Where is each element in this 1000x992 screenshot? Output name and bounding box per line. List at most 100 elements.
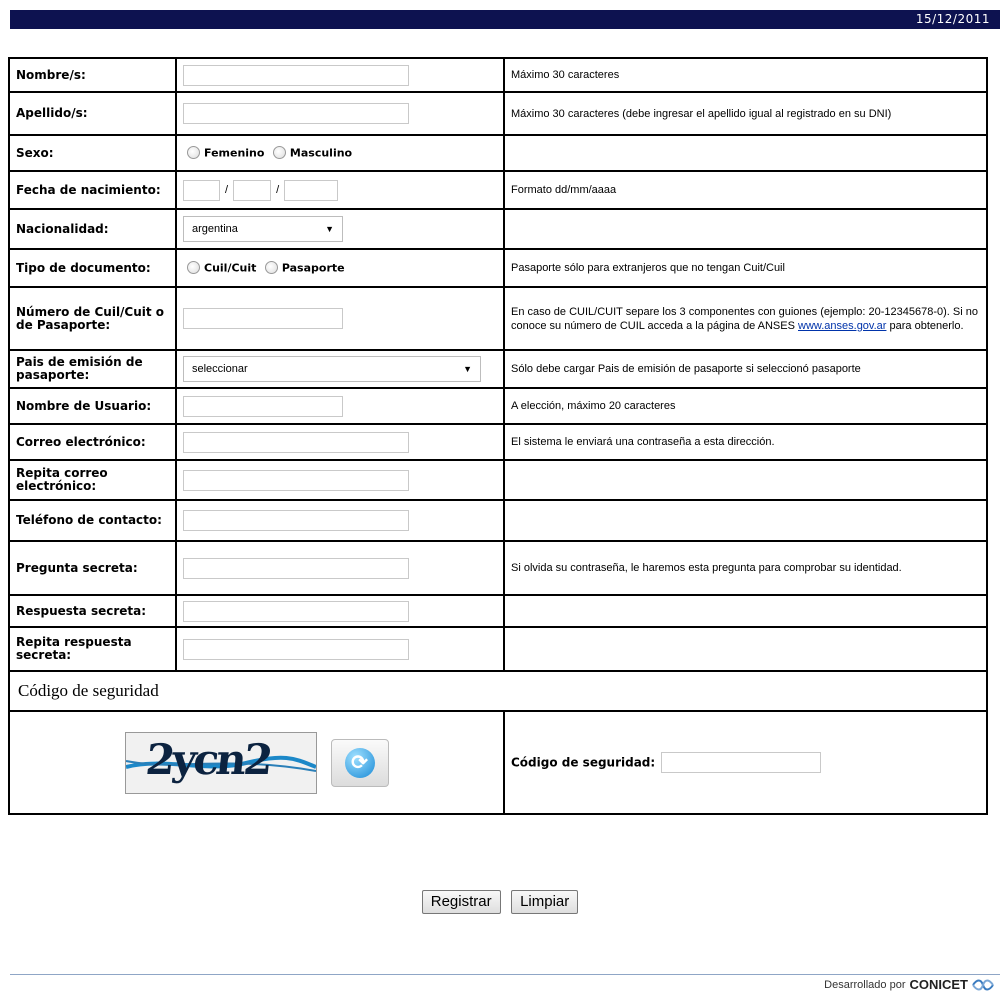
help-fecha: Formato dd/mm/aaaa	[503, 170, 988, 210]
label-usuario: Nombre de Usuario:	[8, 387, 177, 425]
label-repita-respuesta: Repita respuesta secreta:	[8, 626, 177, 672]
footer: Desarrollado por CONICET	[824, 977, 994, 992]
label-tipo-documento: Tipo de documento:	[8, 248, 177, 288]
captcha-image: 2ycn2	[124, 731, 317, 794]
help-respuesta	[503, 594, 988, 628]
label-pais-emision: Pais de emisión de pasaporte:	[8, 349, 177, 389]
captcha-text: 2ycn2	[142, 734, 273, 784]
help-nacionalidad	[503, 208, 988, 250]
nombre-input[interactable]	[183, 64, 409, 86]
limpiar-button[interactable]: Limpiar	[511, 890, 579, 914]
captcha-image-cell: 2ycn2 ⟳	[8, 710, 505, 815]
form-actions: Registrar Limpiar	[0, 890, 1000, 914]
row-telefono: Teléfono de contacto:	[8, 499, 988, 542]
help-tipo-documento: Pasaporte sólo para extranjeros que no t…	[503, 248, 988, 288]
anses-link[interactable]: www.anses.gov.ar	[798, 320, 886, 332]
tipo-documento-radio-group: Cuil/Cuit Pasaporte	[175, 248, 505, 288]
row-sexo: Sexo: Femenino Masculino	[8, 134, 988, 172]
row-pregunta: Pregunta secreta: Si olvida su contraseñ…	[8, 540, 988, 596]
footer-divider	[10, 974, 1000, 975]
captcha-input-cell: Código de seguridad:	[503, 710, 988, 815]
help-numero-documento: En caso de CUIL/CUIT separe los 3 compon…	[503, 286, 988, 351]
label-apellido: Apellido/s:	[8, 91, 177, 136]
correo-input[interactable]	[183, 431, 409, 453]
registration-form: Nombre/s: Máximo 30 caracteres Apellido/…	[8, 57, 988, 815]
registrar-button[interactable]: Registrar	[421, 890, 501, 914]
label-telefono: Teléfono de contacto:	[8, 499, 177, 542]
repita-correo-input[interactable]	[183, 469, 409, 491]
help-sexo	[503, 134, 988, 172]
row-correo: Correo electrónico: El sistema le enviar…	[8, 423, 988, 461]
date-separator: /	[276, 184, 280, 196]
help-apellido: Máximo 30 caracteres (debe ingresar el a…	[503, 91, 988, 136]
pasaporte-label: Pasaporte	[281, 261, 345, 275]
current-date: 15/12/2011	[915, 12, 990, 26]
numero-documento-input[interactable]	[183, 308, 343, 329]
masculino-radio[interactable]	[272, 146, 286, 160]
help-repita-respuesta	[503, 626, 988, 672]
row-captcha: 2ycn2 ⟳ Código de seguridad:	[8, 710, 988, 815]
label-numero-documento: Número de Cuil/Cuit o de Pasaporte:	[8, 286, 177, 351]
help-usuario: A elección, máximo 20 caracteres	[503, 387, 988, 425]
row-usuario: Nombre de Usuario: A elección, máximo 20…	[8, 387, 988, 425]
fecha-anio-input[interactable]	[284, 179, 339, 201]
respuesta-input[interactable]	[183, 600, 409, 622]
captcha-section-title: Código de seguridad	[8, 670, 988, 712]
captcha-input[interactable]	[661, 752, 822, 773]
chevron-down-icon: ▼	[463, 364, 472, 374]
help-correo: El sistema le enviará una contraseña a e…	[503, 423, 988, 461]
fecha-dia-input[interactable]	[183, 179, 220, 201]
label-pregunta: Pregunta secreta:	[8, 540, 177, 596]
row-respuesta: Respuesta secreta:	[8, 594, 988, 628]
label-repita-correo: Repita correo electrónico:	[8, 459, 177, 501]
row-fecha: Fecha de nacimiento: / / Formato dd/mm/aa…	[8, 170, 988, 210]
footer-brand: CONICET	[909, 977, 969, 992]
cuil-radio[interactable]	[187, 261, 200, 275]
usuario-input[interactable]	[183, 395, 343, 417]
fecha-mes-input[interactable]	[233, 179, 272, 201]
label-fecha: Fecha de nacimiento:	[8, 170, 177, 210]
conicet-logo-icon	[972, 979, 994, 990]
repita-respuesta-input[interactable]	[183, 638, 409, 660]
label-nacionalidad: Nacionalidad:	[8, 208, 177, 250]
row-numero-documento: Número de Cuil/Cuit o de Pasaporte: En c…	[8, 286, 988, 351]
nacionalidad-value: argentina	[192, 223, 238, 235]
row-tipo-documento: Tipo de documento: Cuil/Cuit Pasaporte P…	[8, 248, 988, 288]
help-telefono	[503, 499, 988, 542]
chevron-down-icon: ▼	[325, 224, 334, 234]
row-captcha-title: Código de seguridad	[8, 670, 988, 712]
help-pais-emision: Sólo debe cargar Pais de emisión de pasa…	[503, 349, 988, 389]
femenino-label: Femenino	[204, 146, 265, 160]
row-nacionalidad: Nacionalidad: argentina ▼	[8, 208, 988, 250]
row-repita-respuesta: Repita respuesta secreta:	[8, 626, 988, 672]
label-sexo: Sexo:	[8, 134, 177, 172]
refresh-icon: ⟳	[344, 747, 375, 778]
masculino-label: Masculino	[289, 146, 353, 160]
help-pregunta: Si olvida su contraseña, le haremos esta…	[503, 540, 988, 596]
telefono-input[interactable]	[183, 510, 409, 531]
nacionalidad-select[interactable]: argentina ▼	[183, 216, 343, 242]
apellido-input[interactable]	[183, 103, 409, 124]
label-nombre: Nombre/s:	[8, 57, 177, 93]
row-apellido: Apellido/s: Máximo 30 caracteres (debe i…	[8, 91, 988, 136]
femenino-radio[interactable]	[187, 146, 200, 160]
label-respuesta: Respuesta secreta:	[8, 594, 177, 628]
row-pais-emision: Pais de emisión de pasaporte: selecciona…	[8, 349, 988, 389]
sexo-radio-group: Femenino Masculino	[175, 134, 505, 172]
help-text: para obtenerlo.	[886, 319, 964, 332]
captcha-refresh-button[interactable]: ⟳	[330, 738, 389, 787]
row-nombre: Nombre/s: Máximo 30 caracteres	[8, 57, 988, 93]
pais-emision-value: seleccionar	[192, 363, 248, 375]
captcha-field-label: Código de seguridad:	[511, 755, 656, 770]
footer-prefix: Desarrollado por	[824, 978, 906, 991]
pregunta-input[interactable]	[183, 557, 409, 579]
date-separator: /	[225, 184, 229, 196]
pais-emision-select[interactable]: seleccionar ▼	[183, 356, 481, 382]
row-repita-correo: Repita correo electrónico:	[8, 459, 988, 501]
pasaporte-radio[interactable]	[264, 261, 278, 275]
cuil-label: Cuil/Cuit	[204, 261, 257, 275]
top-bar: 15/12/2011	[10, 10, 1000, 29]
label-correo: Correo electrónico:	[8, 423, 177, 461]
help-repita-correo	[503, 459, 988, 501]
help-nombre: Máximo 30 caracteres	[503, 57, 988, 93]
